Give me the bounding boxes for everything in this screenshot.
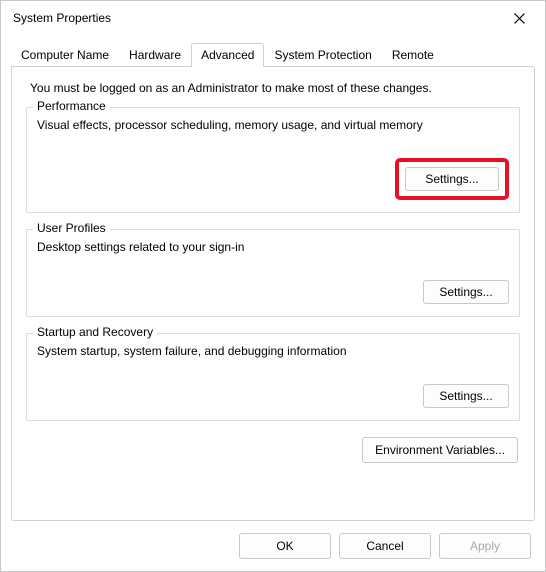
user-profiles-group: User Profiles Desktop settings related t… xyxy=(26,229,520,317)
user-profiles-settings-button[interactable]: Settings... xyxy=(423,280,509,304)
startup-recovery-desc: System startup, system failure, and debu… xyxy=(37,344,509,358)
startup-recovery-legend: Startup and Recovery xyxy=(33,325,157,339)
tab-remote[interactable]: Remote xyxy=(382,43,444,66)
titlebar: System Properties xyxy=(1,1,545,35)
apply-button: Apply xyxy=(439,533,531,559)
performance-group: Performance Visual effects, processor sc… xyxy=(26,107,520,213)
ok-button[interactable]: OK xyxy=(239,533,331,559)
admin-note: You must be logged on as an Administrato… xyxy=(26,81,520,95)
cancel-button[interactable]: Cancel xyxy=(339,533,431,559)
environment-variables-button[interactable]: Environment Variables... xyxy=(362,437,518,463)
close-button[interactable] xyxy=(497,3,541,33)
tab-hardware[interactable]: Hardware xyxy=(119,43,191,66)
performance-settings-button[interactable]: Settings... xyxy=(405,167,499,191)
performance-legend: Performance xyxy=(33,99,110,113)
startup-recovery-group: Startup and Recovery System startup, sys… xyxy=(26,333,520,421)
tab-advanced[interactable]: Advanced xyxy=(191,43,264,67)
startup-recovery-settings-button[interactable]: Settings... xyxy=(423,384,509,408)
window-title: System Properties xyxy=(13,11,111,25)
highlight-annotation: Settings... xyxy=(395,158,509,200)
dialog-footer: OK Cancel Apply xyxy=(1,521,545,571)
user-profiles-legend: User Profiles xyxy=(33,221,110,235)
system-properties-dialog: System Properties Computer Name Hardware… xyxy=(0,0,546,572)
tab-strip: Computer Name Hardware Advanced System P… xyxy=(11,43,535,66)
performance-desc: Visual effects, processor scheduling, me… xyxy=(37,118,509,132)
content-area: Computer Name Hardware Advanced System P… xyxy=(1,35,545,521)
close-icon xyxy=(514,13,525,24)
tab-panel-advanced: You must be logged on as an Administrato… xyxy=(11,66,535,521)
tab-system-protection[interactable]: System Protection xyxy=(264,43,381,66)
tab-computer-name[interactable]: Computer Name xyxy=(11,43,119,66)
user-profiles-desc: Desktop settings related to your sign-in xyxy=(37,240,509,254)
